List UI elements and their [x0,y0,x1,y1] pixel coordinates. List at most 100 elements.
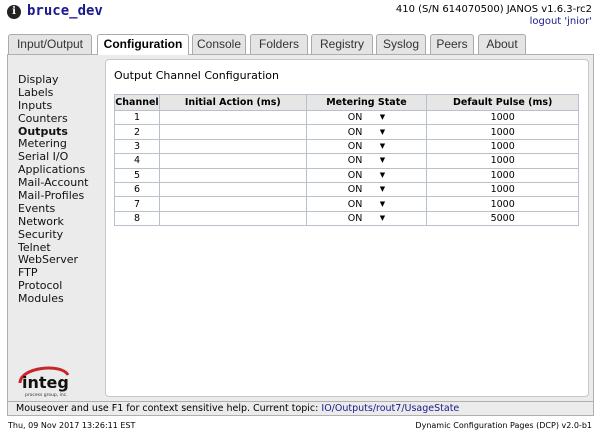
default-pulse-cell[interactable]: 1000 [426,124,579,140]
sidebar-item-display[interactable]: Display [18,73,108,86]
sidebar-item-counters[interactable]: Counters [18,112,108,125]
output-channel-table: Channel Initial Action (ms) Metering Sta… [114,94,579,227]
logout-link[interactable]: logout 'jnior' [530,16,592,27]
status-datetime: Thu, 09 Nov 2017 13:26:11 EST [8,421,136,430]
help-text: Mouseover and use F1 for context sensiti… [16,403,319,414]
channel-cell: 2 [114,124,160,140]
metering-state-select[interactable]: ON ▼ [305,138,428,155]
table-row: 4 ON ▼ 1000 [114,153,579,169]
info-icon[interactable]: i [7,5,21,19]
default-pulse-cell[interactable]: 1000 [426,109,579,126]
default-pulse-cell[interactable]: 1000 [426,196,579,212]
config-panel: Display Labels Inputs Counters Outputs M… [7,54,594,402]
sidebar-item-telnet[interactable]: Telnet [18,241,108,254]
chevron-down-icon[interactable]: ▼ [380,128,385,136]
tab-peers[interactable]: Peers [430,34,474,54]
tab-syslog[interactable]: Syslog [376,34,426,54]
sidebar-item-security[interactable]: Security [18,228,108,241]
sidebar-item-modules[interactable]: Modules [18,292,108,305]
default-pulse-cell[interactable]: 1000 [426,138,579,155]
col-header-default-pulse: Default Pulse (ms) [426,94,579,111]
initial-action-cell[interactable] [158,153,307,169]
default-pulse-cell[interactable]: 1000 [426,167,579,183]
sidebar-item-network[interactable]: Network [18,215,108,228]
sidebar-item-ftp[interactable]: FTP [18,266,108,279]
chevron-down-icon[interactable]: ▼ [380,113,385,121]
sidebar-item-serial-io[interactable]: Serial I/O [18,150,108,163]
metering-state-value: ON [347,112,363,124]
sidebar-item-mail-profiles[interactable]: Mail-Profiles [18,189,108,202]
chevron-down-icon[interactable]: ▼ [380,171,385,179]
metering-state-select[interactable]: ON ▼ [305,109,428,126]
default-pulse-cell[interactable]: 1000 [426,181,579,198]
col-header-metering-state: Metering State [305,94,428,111]
host-name: bruce_dev [27,3,103,19]
initial-action-cell[interactable] [158,138,307,155]
sidebar-item-inputs[interactable]: Inputs [18,99,108,112]
tab-console[interactable]: Console [192,34,246,54]
metering-state-value: ON [347,198,363,210]
status-bar: Thu, 09 Nov 2017 13:26:11 EST Dynamic Co… [0,418,602,435]
initial-action-cell[interactable] [158,210,307,227]
logo-name: integ [22,373,69,392]
sidebar-item-labels[interactable]: Labels [18,86,108,99]
table-row: 6 ON ▼ 1000 [114,181,579,198]
sidebar-item-metering[interactable]: Metering [18,137,108,150]
sidebar-item-applications[interactable]: Applications [18,163,108,176]
chevron-down-icon[interactable]: ▼ [380,185,385,193]
initial-action-cell[interactable] [158,109,307,126]
metering-state-select[interactable]: ON ▼ [305,153,428,169]
app-header: i bruce_dev 410 (S/N 614070500) JANOS v1… [0,0,602,34]
sidebar-item-webserver[interactable]: WebServer [18,253,108,266]
sidebar-item-mail-account[interactable]: Mail-Account [18,176,108,189]
table-row: 3 ON ▼ 1000 [114,138,579,155]
initial-action-cell[interactable] [158,181,307,198]
tab-registry[interactable]: Registry [311,34,373,54]
metering-state-select[interactable]: ON ▼ [305,210,428,227]
initial-action-cell[interactable] [158,196,307,212]
metering-state-select[interactable]: ON ▼ [305,181,428,198]
col-header-initial-action: Initial Action (ms) [158,94,307,111]
tab-folders[interactable]: Folders [250,34,308,54]
tab-configuration[interactable]: Configuration [97,34,189,55]
metering-state-value: ON [347,184,363,196]
metering-state-value: ON [347,169,363,181]
metering-state-value: ON [347,126,363,138]
chevron-down-icon[interactable]: ▼ [380,200,385,208]
tab-about[interactable]: About [478,34,526,54]
chevron-down-icon[interactable]: ▼ [380,214,385,222]
help-topic-link[interactable]: IO/Outputs/rout7/UsageState [321,403,459,414]
sidebar-nav: Display Labels Inputs Counters Outputs M… [18,73,108,305]
integ-logo: integ process group, inc. [18,366,70,398]
table-row: 1 ON ▼ 1000 [114,109,579,126]
channel-cell: 4 [114,153,160,169]
table-row: 5 ON ▼ 1000 [114,167,579,183]
channel-cell: 8 [114,210,160,227]
default-pulse-cell[interactable]: 5000 [426,210,579,227]
status-app-version: Dynamic Configuration Pages (DCP) v2.0-b… [415,421,592,430]
table-body: 1 ON ▼ 1000 2 ON ▼ 1000 3 ON ▼ 1000 4 ON ▼ 1000 5 ON ▼ 1000… [114,109,579,227]
channel-cell: 5 [114,167,160,183]
tab-input-output[interactable]: Input/Output [8,34,92,54]
channel-cell: 6 [114,181,160,198]
table-row: 2 ON ▼ 1000 [114,124,579,140]
page-title: Output Channel Configuration [114,69,279,82]
sidebar-item-events[interactable]: Events [18,202,108,215]
metering-state-select[interactable]: ON ▼ [305,167,428,183]
col-header-channel: Channel [114,94,160,111]
metering-state-value: ON [347,212,363,224]
metering-state-select[interactable]: ON ▼ [305,124,428,140]
sidebar-item-outputs[interactable]: Outputs [18,125,108,138]
channel-cell: 7 [114,196,160,212]
table-row: 7 ON ▼ 1000 [114,196,579,212]
channel-cell: 1 [114,109,160,126]
chevron-down-icon[interactable]: ▼ [380,156,385,164]
sidebar-item-protocol[interactable]: Protocol [18,279,108,292]
help-bar: Mouseover and use F1 for context sensiti… [7,402,594,416]
chevron-down-icon[interactable]: ▼ [380,142,385,150]
default-pulse-cell[interactable]: 1000 [426,153,579,169]
metering-state-value: ON [347,140,363,152]
initial-action-cell[interactable] [158,167,307,183]
initial-action-cell[interactable] [158,124,307,140]
metering-state-select[interactable]: ON ▼ [305,196,428,212]
